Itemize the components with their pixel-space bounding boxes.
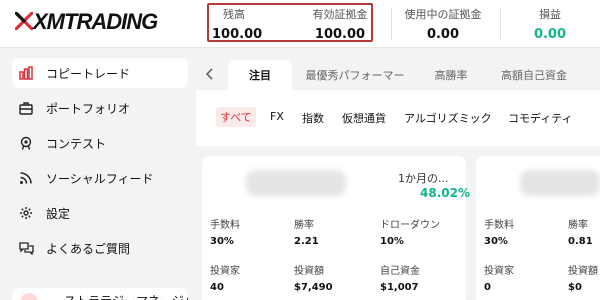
strategy-manager-icon xyxy=(20,293,38,300)
equity-stat: 有効証拠金 100.00 xyxy=(302,6,378,42)
header-divider xyxy=(391,8,392,40)
sidebar: コピートレード ポートフォリオ コンテスト ソーシャルフィード 設定 よくあるご… xyxy=(0,48,196,300)
metric-label: 勝率 xyxy=(568,220,588,231)
metric-value: $1,007 xyxy=(380,282,419,293)
header-divider xyxy=(500,8,501,40)
sidebar-item-label: 設定 xyxy=(46,206,71,221)
equity-label: 有効証拠金 xyxy=(312,8,368,21)
sidebar-item-label: よくあるご質問 xyxy=(46,241,131,256)
used-margin-value: 0.00 xyxy=(426,27,460,42)
metric-value: 10% xyxy=(380,236,404,247)
metric-value: 0 xyxy=(484,282,491,293)
strategy-card[interactable]: 1か月の... 48.02% 手数料 30% 勝率 2.21 ドローダウン 10… xyxy=(202,156,470,300)
tab-high-win-rate[interactable]: 高勝率 xyxy=(422,60,480,90)
metric-label: 投資額 xyxy=(568,266,598,277)
metric-value: 0.81 xyxy=(568,236,593,247)
sidebar-item-label: ポートフォリオ xyxy=(46,101,131,116)
pnl-label: 損益 xyxy=(539,8,561,21)
xmtrading-logo[interactable]: XMTRADING xyxy=(15,8,175,34)
chat-bubbles-icon xyxy=(18,240,34,256)
tab-featured[interactable]: 注目 xyxy=(228,60,292,90)
filter-panel: すべて FX 指数 仮想通貨 アルゴリズミック コモディティ xyxy=(196,90,600,146)
metric-label: 投資家 xyxy=(210,266,240,277)
strategy-name-blurred xyxy=(246,170,346,196)
sidebar-item-copy-trade[interactable]: コピートレード xyxy=(12,58,188,88)
metric-value: $0 xyxy=(568,282,582,293)
filter-algorithmic[interactable]: アルゴリズミック xyxy=(404,110,492,126)
metric-value: 30% xyxy=(210,236,234,247)
sidebar-item-label: ソーシャルフィード xyxy=(46,171,154,186)
sidebar-item-faq[interactable]: よくあるご質問 xyxy=(12,233,188,263)
sidebar-item-label: コンテスト xyxy=(46,136,107,151)
pnl-value: 0.00 xyxy=(533,27,567,42)
gear-icon xyxy=(18,205,34,221)
medal-icon xyxy=(18,135,34,151)
filter-fx[interactable]: FX xyxy=(270,110,284,123)
pnl-stat: 損益 0.00 xyxy=(530,6,570,42)
top-header: XMTRADING 残高 100.00 有効証拠金 100.00 使用中の証拠金… xyxy=(0,0,600,48)
filter-commodities[interactable]: コモディティ xyxy=(508,110,573,126)
sidebar-item-social-feed[interactable]: ソーシャルフィード xyxy=(12,163,188,193)
used-margin-label: 使用中の証拠金 xyxy=(404,8,482,21)
tab-top-performers[interactable]: 最優秀パフォーマー xyxy=(300,60,410,90)
metric-label: 投資額 xyxy=(294,266,324,277)
briefcase-icon xyxy=(18,100,34,116)
tab-high-own-funds[interactable]: 高額自己資金 xyxy=(492,60,576,90)
sidebar-item-label: ストラテジーマネージャ xyxy=(64,292,188,300)
logo-x-mark-icon xyxy=(15,12,33,30)
balance-stat: 残高 100.00 xyxy=(212,6,263,42)
chevron-left-icon[interactable] xyxy=(202,66,218,82)
filter-indices[interactable]: 指数 xyxy=(302,110,324,126)
strategy-name-blurred xyxy=(520,170,600,196)
sidebar-item-label: コピートレード xyxy=(46,66,131,81)
return-value: 48.02% xyxy=(420,186,470,200)
sidebar-item-settings[interactable]: 設定 xyxy=(12,198,188,228)
metric-label: ドローダウン xyxy=(380,220,440,231)
metric-value: 40 xyxy=(210,282,224,293)
sidebar-item-contest[interactable]: コンテスト xyxy=(12,128,188,158)
rss-icon xyxy=(18,170,34,186)
main-content: 注目 最優秀パフォーマー 高勝率 高額自己資金 すべて FX 指数 仮想通貨 ア… xyxy=(196,48,600,300)
metric-value: 30% xyxy=(484,236,508,247)
metric-label: 手数料 xyxy=(210,220,240,231)
equity-value: 100.00 xyxy=(314,27,366,42)
metric-label: 手数料 xyxy=(484,220,514,231)
metric-label: 自己資金 xyxy=(380,266,420,277)
used-margin-stat: 使用中の証拠金 0.00 xyxy=(395,6,491,42)
period-label: 1か月の... xyxy=(398,172,449,185)
sidebar-item-portfolio[interactable]: ポートフォリオ xyxy=(12,93,188,123)
bar-chart-icon xyxy=(18,65,34,81)
metric-value: 2.21 xyxy=(294,236,319,247)
logo-text: XMTRADING xyxy=(33,9,158,34)
category-tabs: 注目 最優秀パフォーマー 高勝率 高額自己資金 xyxy=(196,60,600,90)
metric-label: 勝率 xyxy=(294,220,314,231)
balance-label: 残高 xyxy=(223,8,245,21)
filter-all[interactable]: すべて xyxy=(216,107,256,127)
balance-value: 100.00 xyxy=(212,27,263,42)
metric-label: 投資家 xyxy=(484,266,514,277)
filter-crypto[interactable]: 仮想通貨 xyxy=(342,110,386,126)
sidebar-item-strategy-manager[interactable]: ストラテジーマネージャ xyxy=(12,288,188,300)
metric-value: $7,490 xyxy=(294,282,333,293)
strategy-card[interactable]: 手数料 30% 勝率 0.81 投資家 0 投資額 $0 xyxy=(476,156,600,300)
